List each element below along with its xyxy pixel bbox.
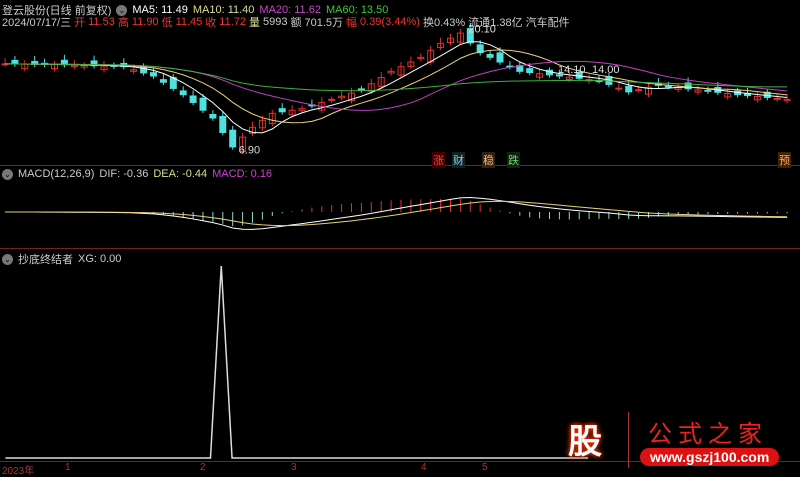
xg-title: 抄底终结者 (18, 254, 73, 266)
candle (496, 52, 504, 63)
candle (229, 129, 237, 148)
macd-title: MACD(12,26,9) (18, 168, 95, 180)
axis-label: 3 (291, 462, 297, 473)
axis-label: 4 (421, 462, 427, 473)
marker-forecast: 预 (778, 152, 791, 168)
logo-name: 公式之家 (648, 421, 768, 448)
candle (150, 72, 157, 77)
xg-line (5, 265, 589, 459)
marker-wealth: 财 (452, 152, 465, 168)
divider (0, 248, 800, 249)
candle (615, 87, 623, 90)
dif-line (4, 197, 788, 230)
dea-value: DEA: -0.44 (153, 168, 208, 180)
axis-label: 5 (482, 462, 488, 473)
logo-url: www.gszj100.com (640, 448, 780, 466)
marker-rise: 涨 (432, 152, 445, 168)
high-price-label: 20.10 (468, 23, 496, 35)
candle (278, 108, 286, 113)
candle (625, 85, 633, 93)
mid-price-label: 14.00 (592, 64, 620, 76)
candle (199, 97, 207, 111)
mid-price-label: 14.10 (558, 64, 586, 76)
axis-label: 2023年 (2, 466, 35, 477)
candle (189, 95, 197, 103)
marker-fall: 跌 (507, 152, 520, 168)
candle (179, 90, 187, 96)
macd-header: ⌄ MACD(12,26,9) DIF: -0.36 DEA: -0.44 MA… (2, 168, 272, 180)
low-price-label: 6.90 (239, 145, 260, 157)
axis-label: 1 (65, 462, 71, 473)
candle (526, 68, 534, 74)
candle (773, 97, 781, 100)
watermark-logo: 股 公式之家 www.gszj100.com (560, 408, 790, 470)
marker-stable: 稳 (482, 152, 495, 168)
macd-value: MACD: 0.16 (212, 168, 273, 180)
chevron-down-icon[interactable]: ⌄ (2, 168, 13, 180)
candle (209, 114, 217, 119)
candle (664, 85, 672, 88)
candle (486, 53, 494, 58)
chevron-down-icon[interactable]: ⌄ (2, 253, 13, 265)
logo-char: 股 (568, 423, 602, 461)
kline-chart[interactable]: 20.10 6.90 14.10 14.00 (0, 0, 800, 474)
dea-line (4, 200, 788, 227)
candle (704, 89, 712, 92)
dif-value: DIF: -0.36 (99, 168, 149, 180)
candle (635, 89, 643, 92)
xg-value: XG: 0.00 (78, 253, 122, 265)
candle (328, 98, 336, 101)
xg-header: ⌄ 抄底终结者 XG: 0.00 (2, 251, 121, 267)
axis-label: 2 (200, 462, 206, 473)
candle (357, 88, 365, 91)
candle (219, 115, 227, 133)
candle (159, 79, 167, 83)
divider (0, 165, 800, 166)
